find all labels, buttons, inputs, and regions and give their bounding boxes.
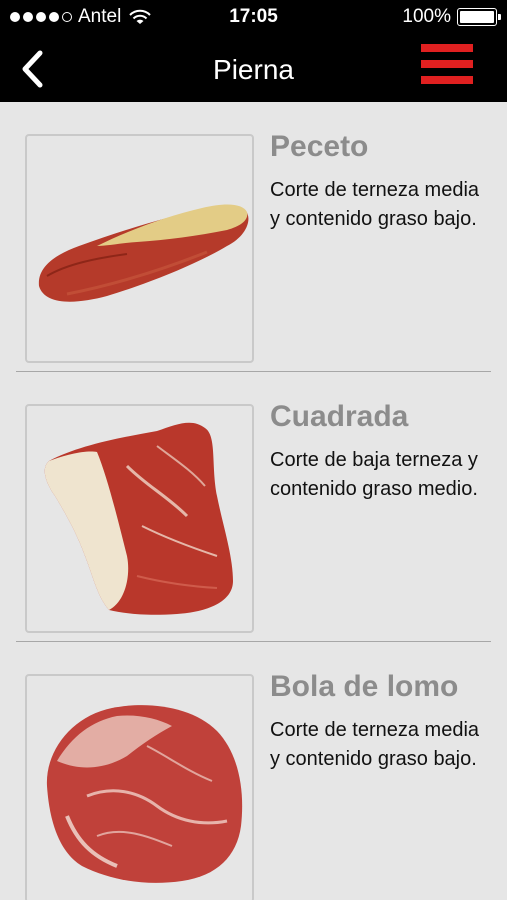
cut-title: Bola de lomo	[270, 670, 459, 703]
menu-button[interactable]	[421, 44, 473, 84]
peceto-image	[38, 204, 249, 302]
cut-description: Corte de terneza media y contenido graso…	[270, 179, 480, 230]
battery-percent: 100%	[402, 6, 451, 27]
cut-title: Cuadrada	[270, 400, 409, 433]
cut-image	[25, 674, 254, 900]
list-item[interactable]: Cuadrada Corte de baja terneza y conteni…	[0, 372, 507, 642]
list-item[interactable]: Peceto Corte de terneza media y contenid…	[0, 102, 507, 372]
navigation-bar: Pierna	[0, 36, 507, 102]
list-item[interactable]: Bola de lomo Corte de terneza media y co…	[0, 642, 507, 900]
bola-de-lomo-image	[46, 705, 243, 883]
cut-description: Corte de baja terneza y contenido graso …	[270, 449, 478, 500]
cut-image	[25, 134, 254, 363]
hamburger-menu-icon	[421, 44, 473, 52]
cut-title: Peceto	[270, 130, 369, 163]
status-bar: Antel 17:05 100%	[0, 0, 507, 36]
status-right: 100%	[402, 6, 501, 28]
cut-description: Corte de terneza media y contenido graso…	[270, 719, 480, 770]
cut-image	[25, 404, 254, 633]
cuadrada-image	[44, 422, 233, 615]
battery-icon	[457, 8, 501, 26]
